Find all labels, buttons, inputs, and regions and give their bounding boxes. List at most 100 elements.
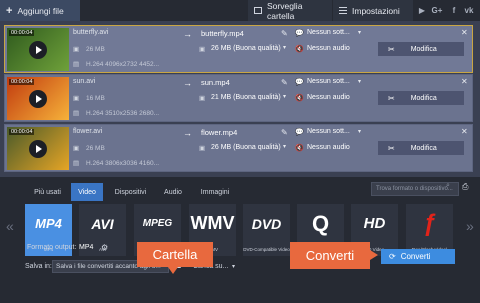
tab-video[interactable]: Video <box>71 183 103 201</box>
format-label: DVD-Compatible Video <box>243 247 290 252</box>
audio-select[interactable]: Nessun audio <box>307 144 350 151</box>
file-row[interactable]: 00:00:04 butterfly.avi ▣ 26 MB ▤ H.264 4096x2… <box>4 25 473 73</box>
modify-button[interactable]: ✂ Modifica <box>378 141 464 155</box>
duration-badge: 00:00:04 <box>9 79 35 85</box>
file-size-icon: ▣ <box>199 95 206 102</box>
output-file-size[interactable]: 21 MB (Buona qualità) <box>211 94 281 101</box>
convert-callout: Converti <box>290 242 370 269</box>
scissors-icon: ✂ <box>388 44 395 54</box>
format-card[interactable]: DVD DVD-Compatible Video <box>243 204 290 256</box>
file-size-icon: ▣ <box>73 145 80 152</box>
audio-select[interactable]: Nessun audio <box>307 94 350 101</box>
close-icon[interactable]: ✕ <box>461 28 468 37</box>
modify-button[interactable]: ✂ Modifica <box>378 91 464 105</box>
tab-audio[interactable]: Audio <box>157 183 189 201</box>
video-info-icon: ▤ <box>73 61 80 68</box>
chevron-down-icon[interactable]: ▾ <box>358 78 361 85</box>
format-icon: ƒ <box>422 209 437 237</box>
pencil-icon[interactable]: ✎ <box>281 128 288 137</box>
source-file-size: 26 MB <box>86 145 105 152</box>
folder-callout: Cartella <box>137 242 213 267</box>
convert-label: Converti <box>400 252 431 261</box>
subtitles-select[interactable]: Nessun sott... <box>307 29 350 36</box>
play-icon[interactable] <box>29 41 47 59</box>
chevron-down-icon[interactable]: ▾ <box>232 263 235 270</box>
scroll-right-icon[interactable]: » <box>466 218 474 234</box>
source-file-size: 26 MB <box>86 46 105 53</box>
format-icon: HD <box>363 215 386 232</box>
chevron-down-icon[interactable]: ▾ <box>358 128 361 135</box>
output-file-name[interactable]: sun.mp4 <box>201 78 230 87</box>
video-thumbnail[interactable]: 00:00:04 <box>7 77 69 120</box>
source-file-size: 16 MB <box>86 95 105 102</box>
source-file-name: sun.avi <box>73 78 96 85</box>
duration-badge: 00:00:04 <box>9 129 35 135</box>
file-row[interactable]: 00:00:04 sun.avi ▣ 16 MB ▤ H.264 3510x2536 26… <box>4 74 473 122</box>
output-file-name[interactable]: flower.mp4 <box>201 128 237 137</box>
modify-button[interactable]: ✂ Modifica <box>378 42 464 56</box>
subtitles-select[interactable]: Nessun sott... <box>307 78 350 85</box>
refresh-icon: ⟳ <box>389 252 396 261</box>
modify-label: Modifica <box>410 144 437 152</box>
chevron-down-icon[interactable]: ▾ <box>283 93 286 100</box>
format-icon: DVD <box>251 215 282 232</box>
format-icon: Q <box>311 210 330 236</box>
output-file-size[interactable]: 26 MB (Buona qualità) <box>211 45 281 52</box>
subtitles-select[interactable]: Nessun sott... <box>307 128 350 135</box>
pencil-icon[interactable]: ✎ <box>281 78 288 87</box>
source-codec-info: H.264 4096x2732 4452... <box>86 61 160 68</box>
subtitles-icon: 💬 <box>295 30 304 37</box>
file-size-icon: ▣ <box>73 95 80 102</box>
close-icon[interactable]: ✕ <box>461 127 468 136</box>
close-icon[interactable]: ✕ <box>461 77 468 86</box>
source-codec-info: H.264 3510x2536 2680... <box>86 110 160 117</box>
chevron-down-icon[interactable]: ▾ <box>283 143 286 150</box>
add-files-button[interactable]: + Aggiungi file <box>0 0 80 21</box>
pencil-icon[interactable]: ✎ <box>281 29 288 38</box>
monitor-icon <box>254 7 262 14</box>
video-thumbnail[interactable]: 00:00:04 <box>7 127 69 170</box>
gear-icon[interactable]: ⚙ <box>101 243 108 252</box>
youtube-icon[interactable]: ▶ <box>415 3 429 17</box>
video-thumbnail[interactable]: 00:00:04 <box>7 28 69 71</box>
convert-button[interactable]: ⟳ Converti <box>381 249 455 264</box>
device-detect-icon[interactable]: ⎙ <box>462 182 468 192</box>
video-info-icon: ▤ <box>73 110 80 117</box>
vk-icon[interactable]: vk <box>462 3 476 17</box>
folder-callout-pointer <box>168 267 178 274</box>
format-icon: MPEG <box>142 218 173 229</box>
subtitles-icon: 💬 <box>295 79 304 86</box>
file-row[interactable]: 00:00:04 flower.avi ▣ 26 MB ▤ H.264 3806x3036… <box>4 124 473 172</box>
tab-devices[interactable]: Dispositivi <box>108 183 153 201</box>
source-file-name: flower.avi <box>73 128 103 135</box>
scissors-icon: ✂ <box>388 143 395 153</box>
tab-most-used[interactable]: Più usati <box>25 183 70 201</box>
audio-select[interactable]: Nessun audio <box>307 45 350 52</box>
file-size-icon: ▣ <box>199 46 206 53</box>
audio-icon: 🔇 <box>295 145 304 152</box>
format-icon: WMV <box>190 213 235 233</box>
modify-label: Modifica <box>410 94 437 102</box>
video-info-icon: ▤ <box>73 160 80 167</box>
play-icon[interactable] <box>29 140 47 158</box>
output-format-label: Formato output: <box>27 244 77 251</box>
output-format-value[interactable]: MP4 <box>79 244 93 251</box>
output-file-name[interactable]: butterfly.mp4 <box>201 29 244 38</box>
settings-button[interactable]: Impostazioni <box>333 0 413 21</box>
scroll-left-icon[interactable]: « <box>6 218 14 234</box>
play-icon[interactable] <box>29 90 47 108</box>
format-icon: MP4 <box>35 216 62 231</box>
add-files-label: Aggiungi file <box>17 5 64 16</box>
google-plus-icon[interactable]: G+ <box>430 3 444 17</box>
modify-label: Modifica <box>410 45 437 53</box>
source-file-name: butterfly.avi <box>73 29 109 36</box>
subtitles-icon: 💬 <box>295 129 304 136</box>
chevron-down-icon[interactable]: ▾ <box>283 44 286 51</box>
chevron-down-icon[interactable]: ▾ <box>358 29 361 36</box>
tab-images[interactable]: Immagini <box>195 183 235 201</box>
watch-folder-button[interactable]: Sorveglia cartella <box>248 0 332 21</box>
scissors-icon: ✂ <box>388 93 395 103</box>
menu-icon <box>339 7 347 14</box>
facebook-icon[interactable]: f <box>447 3 461 17</box>
output-file-size[interactable]: 26 MB (Buona qualità) <box>211 144 281 151</box>
